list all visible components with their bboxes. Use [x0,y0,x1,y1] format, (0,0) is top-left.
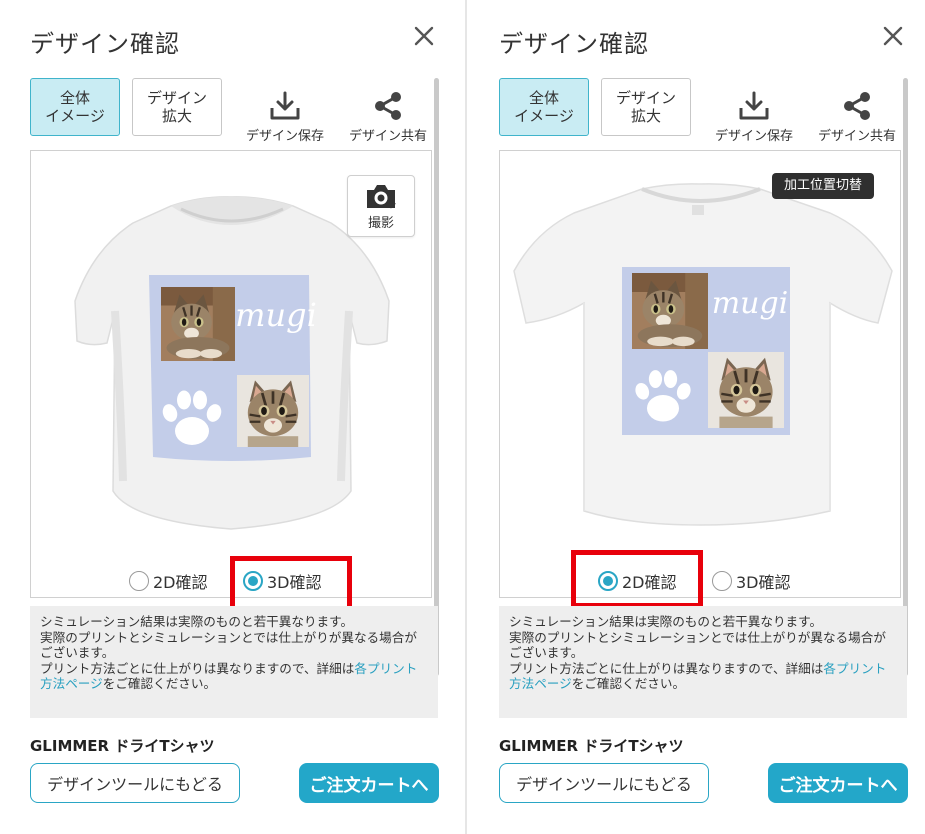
share-design-button[interactable]: デザイン共有 [809,90,905,144]
download-icon [270,91,300,120]
notice-line: プリント方法ごとに仕上がりは異なりますので、詳細は各プリント方法ページをご確認く… [509,660,887,692]
notice-line: 実際のプリントとシミュレーションとでは仕上がりが異なる場合がございます。 [40,629,417,661]
view-option-3d-label: 3D確認 [267,573,322,592]
camera-icon [367,185,396,209]
order-cart-button[interactable]: ご注文カートへ [299,763,439,803]
view-option-2d-label: 2D確認 [153,573,208,592]
share-icon [375,92,401,120]
view-option-2d-label: 2D確認 [622,573,677,592]
view-option-2d[interactable]: 2D確認 [129,569,208,593]
close-icon[interactable] [879,22,907,50]
order-cart-button[interactable]: ご注文カートへ [768,763,908,803]
product-name: GLIMMER ドライTシャツ [30,737,215,755]
save-design-label: デザイン保存 [714,129,793,144]
download-icon [739,91,769,120]
product-name: GLIMMER ドライTシャツ [499,737,684,755]
print-position-toggle-badge[interactable]: 加工位置切替 [772,173,875,199]
tab-design-zoom[interactable]: デザイン 拡大 [132,78,222,136]
scrollbar[interactable] [903,78,908,676]
save-design-label: デザイン保存 [245,129,324,144]
notice-line: 実際のプリントとシミュレーションとでは仕上がりが異なる場合がございます。 [509,629,886,661]
radio-2d-selected[interactable] [598,571,618,591]
view-option-2d[interactable]: 2D確認 [598,569,677,593]
share-icon [844,92,870,120]
share-design-button[interactable]: デザイン共有 [340,90,436,144]
view-option-3d[interactable]: 3D確認 [243,569,322,593]
design-text-mugi: mugi [235,296,317,334]
radio-3d[interactable] [712,571,732,591]
panel-title: デザイン確認 [499,30,649,58]
radio-2d[interactable] [129,571,149,591]
view-option-3d[interactable]: 3D確認 [712,569,791,593]
back-to-design-tool-button[interactable]: デザインツールにもどる [30,763,240,803]
tab-overview[interactable]: 全体 イメージ [30,78,120,136]
panel-divider [465,0,467,834]
notice-line: シミュレーション結果は実際のものと若干異なります。 [40,614,354,629]
simulation-notice: シミュレーション結果は実際のものと若干異なります。 実際のプリントとシミュレーシ… [499,606,907,718]
tshirt-2d-image: mugi [513,183,893,526]
simulation-notice: シミュレーション結果は実際のものと若干異なります。 実際のプリントとシミュレーシ… [30,606,438,718]
design-text-mugi: mugi [712,286,789,321]
back-to-design-tool-button[interactable]: デザインツールにもどる [499,763,709,803]
share-design-label: デザイン共有 [348,129,427,144]
radio-3d-selected[interactable] [243,571,263,591]
close-icon[interactable] [410,22,438,50]
design-confirm-panel-3d: デザイン確認 全体 イメージ デザイン 拡大 デザイン保存 デザイン共有 mug [0,0,462,834]
tshirt-preview-2d: mugi 加工位置切替 2D確認 3D確認 [499,150,901,598]
notice-line: シミュレーション結果は実際のものと若干異なります。 [509,614,823,629]
design-confirm-panel-2d: デザイン確認 全体 イメージ デザイン 拡大 デザイン保存 デザイン共有 mug [469,0,925,834]
photo-button[interactable]: 撮影 [347,175,415,237]
scrollbar[interactable] [434,78,439,676]
share-design-label: デザイン共有 [817,129,896,144]
save-design-button[interactable]: デザイン保存 [238,90,332,144]
panel-title: デザイン確認 [30,30,180,58]
notice-line: プリント方法ごとに仕上がりは異なりますので、詳細は各プリント方法ページをご確認く… [40,660,418,692]
tab-overview[interactable]: 全体 イメージ [499,78,589,136]
tab-design-zoom[interactable]: デザイン 拡大 [601,78,691,136]
save-design-button[interactable]: デザイン保存 [707,90,801,144]
view-option-3d-label: 3D確認 [736,573,791,592]
photo-button-label: 撮影 [367,216,394,231]
tshirt-preview-3d: mugi 撮影 2D確認 3D確認 [30,150,432,598]
